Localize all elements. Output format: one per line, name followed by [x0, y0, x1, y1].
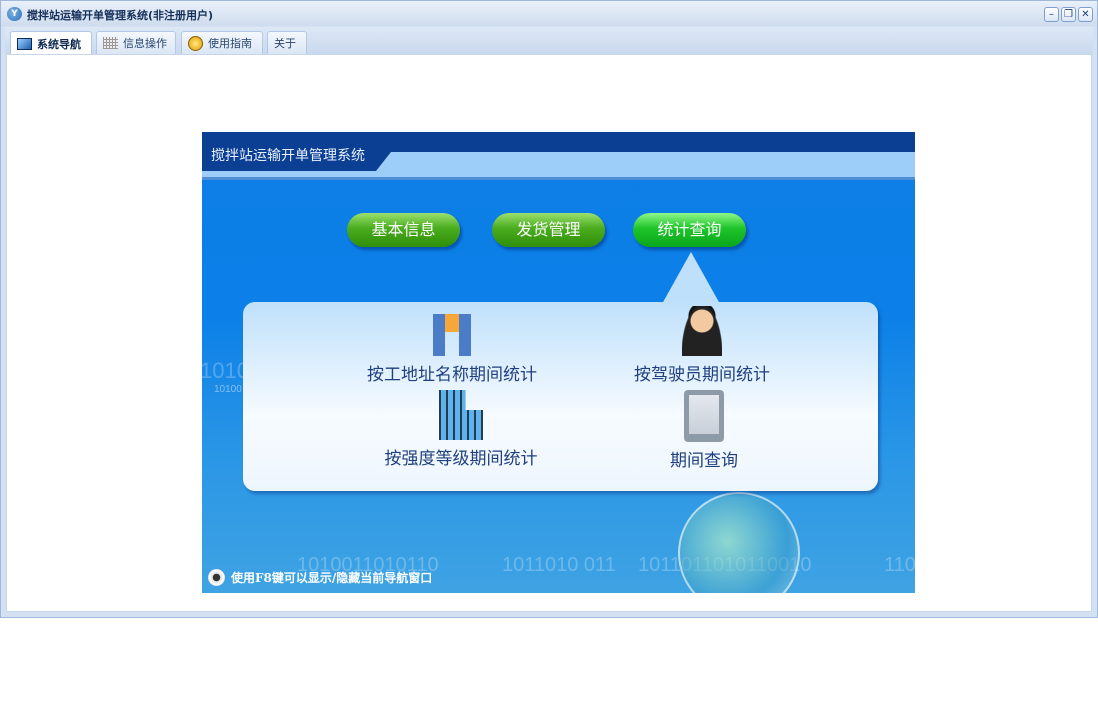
driver-stats-item[interactable]: 按驾驶员期间统计 [632, 306, 772, 385]
tab-label: 使用指南 [208, 37, 252, 50]
menu-pointer [662, 252, 720, 304]
item-label: 按强度等级期间统计 [384, 449, 538, 469]
minimize-button[interactable]: – [1044, 7, 1059, 22]
binary-decoration: 110 [884, 554, 915, 576]
tab-about[interactable]: 关于 [267, 31, 307, 54]
binary-decoration: 1010 [202, 358, 249, 383]
driver-icon [682, 306, 722, 356]
tab-info-ops[interactable]: 信息操作 [96, 31, 176, 54]
statistics-panel: 按工地址名称期间统计 按驾驶员期间统计 按强度等级期间统计 期间查询 [243, 302, 878, 491]
globe-image [678, 492, 800, 593]
tab-label: 信息操作 [123, 37, 167, 50]
tip-text: 使用F8键可以显示/隐藏当前导航窗口 [231, 571, 433, 585]
binary-decoration: 1011010 011 [502, 554, 616, 576]
banner-title: 搅拌站运输开单管理系统 [211, 148, 365, 164]
monitor-icon [17, 37, 32, 50]
app-icon: Y [7, 7, 22, 21]
restore-button[interactable]: ❐ [1061, 7, 1076, 22]
navigation-banner: 搅拌站运输开单管理系统 1010 10100 1010011010110 101… [202, 132, 915, 593]
strength-grade-stats-item[interactable]: 按强度等级期间统计 [381, 390, 541, 469]
tab-label: 关于 [274, 37, 296, 50]
item-label: 按驾驶员期间统计 [634, 365, 770, 385]
tab-system-nav[interactable]: 系统导航 [10, 31, 92, 55]
basic-info-button[interactable]: 基本信息 [347, 213, 460, 247]
main-window: Y 搅拌站运输开单管理系统(非注册用户) – ❐ ✕ 系统导航 信息操作 使用指… [0, 0, 1098, 618]
binary-decoration: 10100 [214, 384, 242, 395]
camera-icon [208, 569, 225, 586]
tab-label: 系统导航 [37, 37, 81, 51]
shipping-management-button[interactable]: 发货管理 [492, 213, 605, 247]
grid-icon [103, 37, 118, 49]
close-button[interactable]: ✕ [1078, 7, 1093, 22]
tab-bar: 系统导航 信息操作 使用指南 关于 [5, 27, 1093, 55]
item-label: 按工地址名称期间统计 [367, 365, 537, 385]
tab-user-guide[interactable]: 使用指南 [181, 31, 263, 54]
period-query-item[interactable]: 期间查询 [659, 390, 749, 471]
f8-tip: 使用F8键可以显示/隐藏当前导航窗口 [208, 569, 432, 586]
statistics-query-button[interactable]: 统计查询 [633, 213, 746, 247]
pendulum-icon [684, 390, 724, 442]
item-label: 期间查询 [670, 451, 738, 471]
help-icon [188, 35, 203, 51]
site-name-stats-item[interactable]: 按工地址名称期间统计 [362, 314, 542, 385]
window-title: 搅拌站运输开单管理系统(非注册用户) [27, 9, 214, 22]
building-icon [439, 390, 483, 440]
title-bar: Y 搅拌站运输开单管理系统(非注册用户) – ❐ ✕ [1, 1, 1097, 26]
binoculars-icon [433, 314, 471, 356]
